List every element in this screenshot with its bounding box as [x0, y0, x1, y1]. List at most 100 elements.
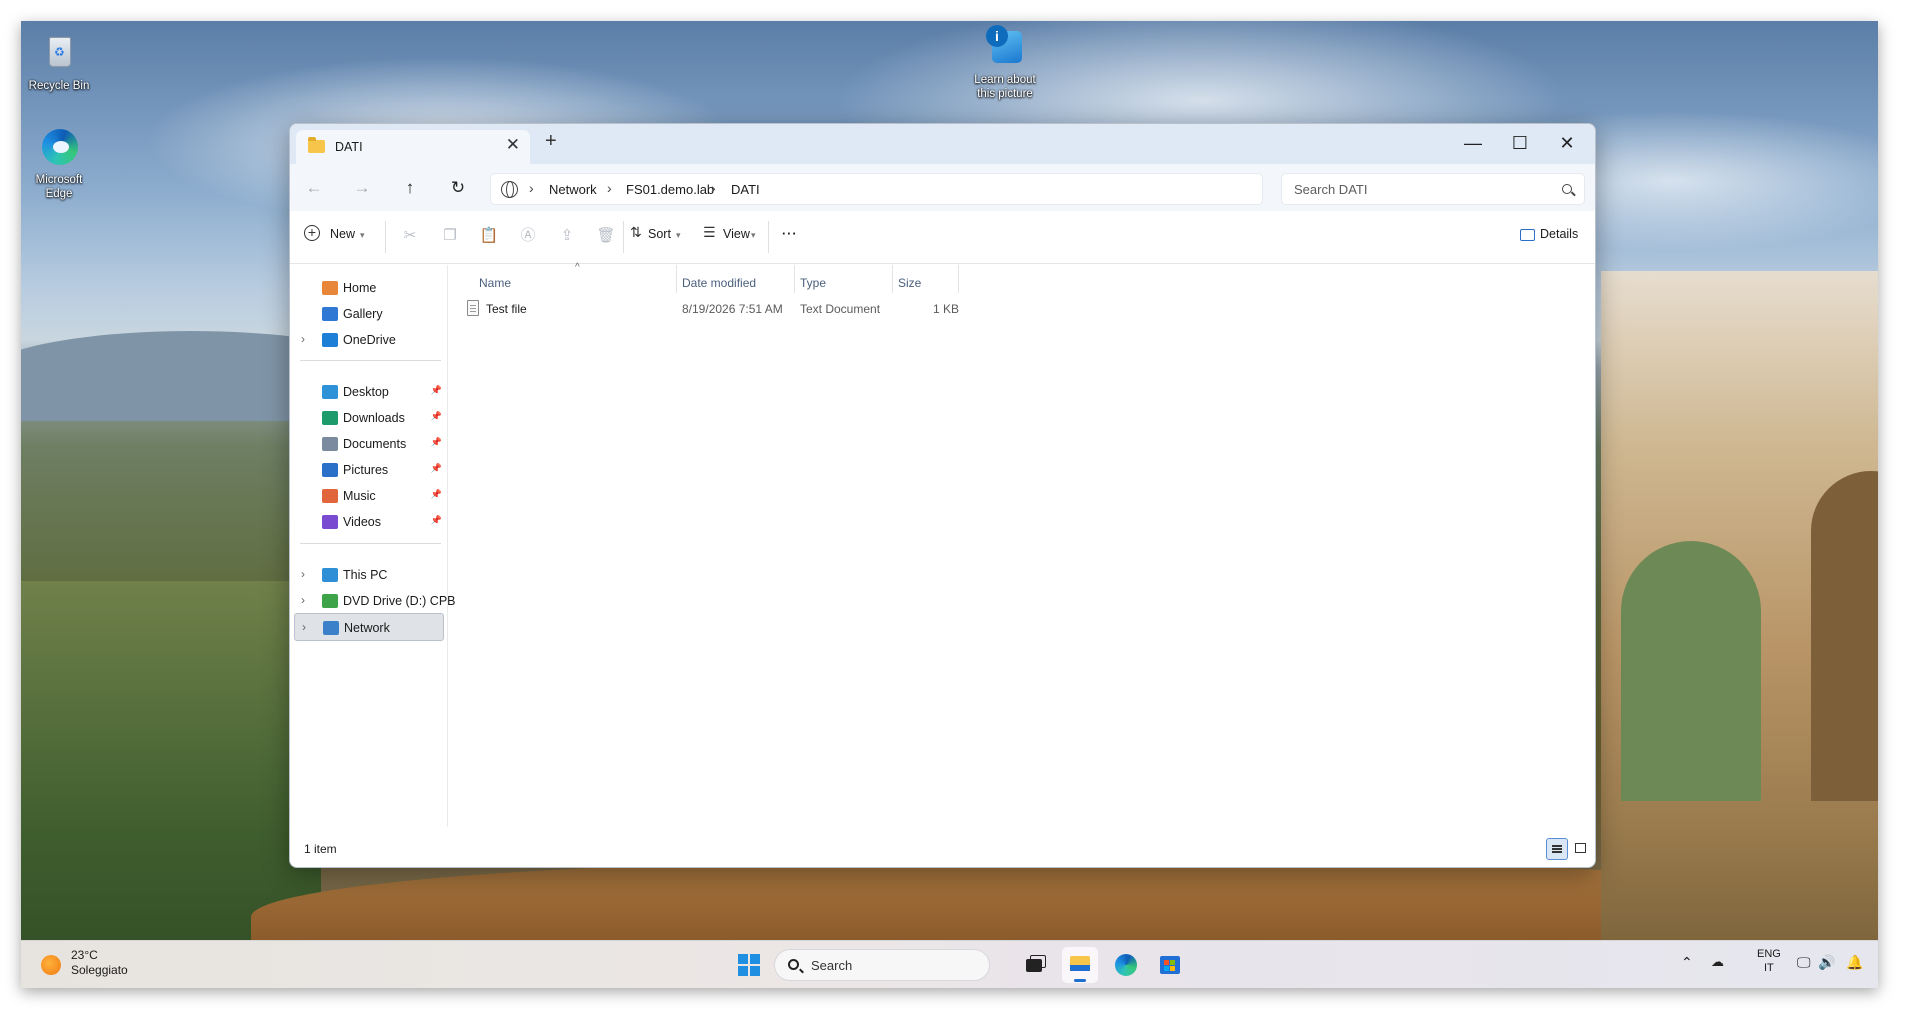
breadcrumb-server[interactable]: FS01.demo.lab — [626, 182, 714, 197]
maximize-button[interactable]: ☐ — [1497, 128, 1543, 160]
chevron-right-icon[interactable]: › — [529, 180, 534, 196]
breadcrumb-dati[interactable]: DATI — [731, 182, 760, 197]
document-icon — [322, 437, 338, 451]
details-view-button[interactable] — [1546, 838, 1568, 860]
sidebar-item-network[interactable]: › Network — [294, 613, 444, 641]
start-button[interactable] — [738, 954, 760, 976]
recycle-bin-shortcut[interactable]: ♻ Recycle Bin — [21, 31, 97, 93]
column-divider[interactable] — [892, 265, 893, 293]
sidebar-item-gallery[interactable]: Gallery — [294, 300, 444, 328]
column-header-name[interactable]: Name — [479, 276, 511, 290]
back-button[interactable]: ← — [298, 174, 330, 202]
task-view-button[interactable] — [1016, 947, 1052, 983]
column-divider[interactable] — [676, 265, 677, 293]
close-tab-button[interactable]: ✕ — [506, 135, 520, 155]
pin-icon[interactable]: 📌 — [431, 489, 442, 500]
refresh-button[interactable]: ↻ — [442, 174, 474, 202]
onedrive-offline-icon[interactable]: ☁ — [1711, 954, 1724, 970]
network-icon — [323, 621, 339, 635]
sidebar-item-onedrive[interactable]: › OneDrive — [294, 326, 444, 354]
sidebar-item-desktop[interactable]: Desktop 📌 — [294, 378, 444, 406]
sidebar-item-home[interactable]: Home — [294, 274, 444, 302]
recycle-bin-icon: ♻ — [36, 31, 82, 77]
file-size: 1 KB — [933, 302, 960, 316]
delete-icon[interactable]: 🗑 — [596, 226, 616, 246]
tiles-view-button[interactable] — [1570, 838, 1592, 860]
store-taskbar-button[interactable] — [1152, 947, 1188, 983]
taskbar: 23°C Soleggiato Search ⌃ ☁ ENG IT 🖵 🔊 🔔 — [21, 940, 1878, 988]
pin-icon[interactable]: 📌 — [431, 463, 442, 474]
search-icon — [788, 959, 799, 970]
taskbar-search[interactable]: Search — [774, 949, 990, 981]
column-header-type[interactable]: Type — [800, 276, 826, 290]
sidebar-item-label: Videos — [343, 515, 381, 529]
pin-icon[interactable]: 📌 — [431, 515, 442, 526]
sidebar-item-this-pc[interactable]: › This PC — [294, 561, 444, 589]
cloud-icon — [322, 333, 338, 347]
language-code[interactable]: ENG — [1757, 948, 1781, 960]
volume-icon[interactable]: 🔊 — [1818, 954, 1835, 971]
paste-icon[interactable]: 📋 — [479, 226, 499, 246]
network-status-icon[interactable]: 🖵 — [1797, 954, 1811, 971]
sidebar-item-pictures[interactable]: Pictures 📌 — [294, 456, 444, 484]
learn-about-picture-shortcut[interactable]: i Learn about this picture — [967, 25, 1043, 101]
weather-temperature: 23°C — [71, 948, 98, 962]
column-header-date-modified[interactable]: Date modified — [682, 276, 756, 290]
windows-logo-icon — [750, 966, 760, 976]
close-window-button[interactable]: ✕ — [1544, 128, 1590, 160]
details-button[interactable]: Details — [1540, 227, 1578, 241]
breadcrumb-network[interactable]: Network — [549, 182, 597, 197]
desktop-icon — [322, 385, 338, 399]
windows-logo-icon — [738, 954, 748, 964]
sidebar-item-downloads[interactable]: Downloads 📌 — [294, 404, 444, 432]
pin-icon[interactable]: 📌 — [431, 437, 442, 448]
chevron-right-icon[interactable]: › — [607, 180, 612, 196]
chevron-right-icon[interactable]: › — [301, 332, 305, 346]
sidebar-item-label: Gallery — [343, 307, 383, 321]
pin-icon[interactable]: 📌 — [431, 411, 442, 422]
minimize-button[interactable]: — — [1450, 128, 1496, 160]
sidebar-item-label: Pictures — [343, 463, 389, 477]
sidebar-item-videos[interactable]: Videos 📌 — [294, 508, 444, 536]
view-icon: ☰ — [703, 224, 716, 240]
copy-icon[interactable]: ❐ — [440, 226, 460, 246]
edge-taskbar-button[interactable] — [1108, 947, 1144, 983]
new-button[interactable]: New — [330, 227, 355, 241]
edge-shortcut[interactable]: Microsoft Edge — [21, 125, 97, 201]
notification-bell-icon[interactable]: 🔔 — [1846, 954, 1863, 971]
show-hidden-icons-button[interactable]: ⌃ — [1681, 954, 1693, 971]
file-name[interactable]: Test file — [486, 302, 527, 316]
sidebar-item-documents[interactable]: Documents 📌 — [294, 430, 444, 458]
chevron-right-icon[interactable]: › — [301, 567, 305, 581]
chevron-right-icon[interactable]: › — [301, 593, 305, 607]
column-divider[interactable] — [958, 265, 959, 293]
sidebar-separator — [300, 360, 441, 361]
sort-button[interactable]: Sort — [648, 227, 671, 241]
chevron-right-icon[interactable]: › — [711, 180, 716, 196]
file-explorer-taskbar-button[interactable] — [1062, 947, 1098, 983]
forward-button[interactable]: → — [346, 174, 378, 202]
up-button[interactable]: ↑ — [394, 174, 426, 202]
tab-dati[interactable]: DATI ✕ — [296, 130, 530, 164]
address-bar[interactable]: › Network › FS01.demo.lab › DATI — [490, 173, 1263, 205]
keyboard-layout[interactable]: IT — [1764, 962, 1774, 974]
column-divider[interactable] — [794, 265, 795, 293]
search-box[interactable]: Search DATI — [1281, 173, 1585, 205]
rename-icon[interactable]: Ⓐ — [518, 226, 538, 246]
cut-icon[interactable]: ✂ — [400, 226, 420, 246]
share-icon[interactable]: ⇪ — [557, 226, 577, 246]
title-bar: DATI ✕ + — ☐ ✕ — [290, 124, 1595, 164]
sidebar-item-dvd-drive-d-cpb[interactable]: › DVD Drive (D:) CPB — [294, 587, 456, 615]
sidebar-item-music[interactable]: Music 📌 — [294, 482, 444, 510]
new-tab-button[interactable]: + — [545, 130, 557, 153]
more-options-button[interactable]: ··· — [782, 227, 798, 241]
text-file-icon — [467, 300, 479, 316]
pin-icon[interactable]: 📌 — [431, 385, 442, 396]
network-globe-icon — [501, 181, 518, 198]
file-type: Text Document — [800, 302, 881, 316]
chevron-right-icon[interactable]: › — [302, 620, 306, 634]
view-button[interactable]: View — [723, 227, 750, 241]
search-icon — [1562, 184, 1572, 194]
column-header-size[interactable]: Size — [898, 276, 921, 290]
navigation-pane: Home Gallery › OneDrive Desktop 📌 Downloads 📌 Do… — [290, 265, 456, 827]
